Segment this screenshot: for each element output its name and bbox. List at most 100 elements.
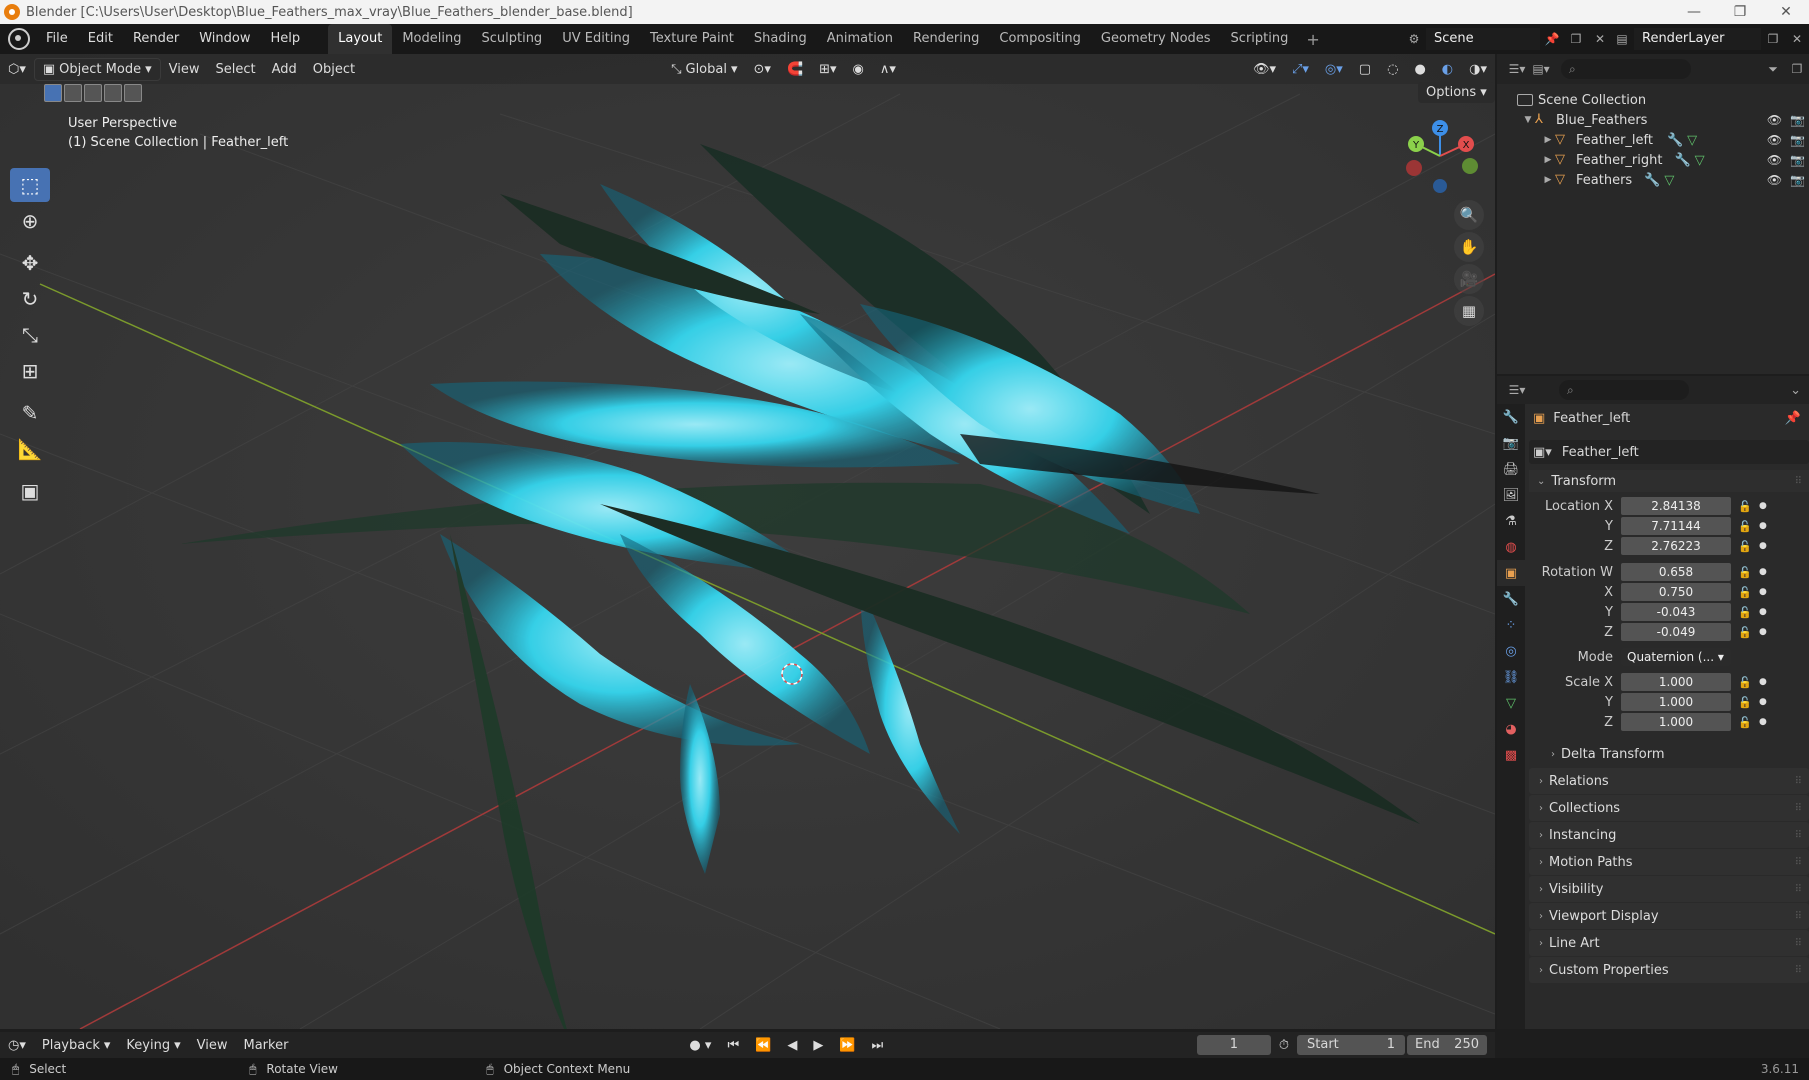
viewport-display-panel[interactable]: › Viewport Display ⠿	[1529, 903, 1809, 929]
jump-keyframe-back-icon[interactable]: ⏪	[747, 1036, 779, 1055]
drag-handle-icon[interactable]: ⠿	[1795, 830, 1802, 841]
expand-right-icon[interactable]: ▶	[1541, 155, 1555, 165]
instancing-panel[interactable]: › Instancing ⠿	[1529, 822, 1809, 848]
camera-icon[interactable]: 📷	[1790, 113, 1805, 127]
menu-edit[interactable]: Edit	[78, 24, 123, 54]
menu-keying[interactable]: Keying ▾	[118, 1036, 188, 1055]
select-extend-icon[interactable]	[64, 84, 82, 102]
jump-end-icon[interactable]: ⏭	[864, 1036, 892, 1055]
lock-icon[interactable]: 🔓	[1737, 520, 1753, 533]
tree-feather-left[interactable]: ▶ ▽ Feather_left 🔧 ▽ 👁 📷	[1497, 130, 1809, 150]
snap-icon[interactable]: 🧲	[779, 60, 811, 79]
keyframe-dot-icon[interactable]: ●	[1759, 677, 1769, 687]
expand-right-icon[interactable]: ▶	[1541, 175, 1555, 185]
drag-handle-icon[interactable]: ⠿	[1795, 476, 1802, 487]
overlay-toggle-icon[interactable]: ◎▾	[1317, 60, 1351, 79]
tree-feather-right[interactable]: ▶ ▽ Feather_right 🔧 ▽ 👁 📷	[1497, 150, 1809, 170]
lock-icon[interactable]: 🔓	[1737, 606, 1753, 619]
drag-handle-icon[interactable]: ⠿	[1795, 857, 1802, 868]
visibility-panel[interactable]: › Visibility ⠿	[1529, 876, 1809, 902]
view-layer-tab-icon[interactable]: 🖼	[1497, 482, 1525, 508]
constraints-tab-icon[interactable]: ⛓	[1497, 664, 1525, 690]
datablock-name-field[interactable]: Feather_left	[1562, 445, 1639, 460]
camera-icon[interactable]: 📷	[1790, 173, 1805, 187]
orientation-dropdown[interactable]: ⤡ Global ▾	[663, 60, 745, 79]
scale-y-field[interactable]: 1.000	[1621, 693, 1731, 711]
expand-right-icon[interactable]: ▶	[1541, 135, 1555, 145]
menu-select[interactable]: Select	[207, 60, 263, 79]
menu-add[interactable]: Add	[264, 60, 305, 79]
new-collection-icon[interactable]: ❐	[1788, 60, 1806, 78]
tab-sculpting[interactable]: Sculpting	[471, 24, 552, 54]
shading-material-icon[interactable]: ◐	[1434, 60, 1461, 79]
tab-texture-paint[interactable]: Texture Paint	[640, 24, 744, 54]
keyframe-dot-icon[interactable]: ●	[1759, 501, 1769, 511]
add-cube-tool-icon[interactable]: ▣	[10, 474, 50, 508]
scene-name-field[interactable]: Scene	[1426, 28, 1540, 50]
lock-icon[interactable]: 🔓	[1737, 586, 1753, 599]
material-tab-icon[interactable]: ◕	[1497, 716, 1525, 742]
menu-marker[interactable]: Marker	[235, 1036, 296, 1055]
measure-tool-icon[interactable]: 📐	[10, 432, 50, 466]
tab-scripting[interactable]: Scripting	[1221, 24, 1299, 54]
pan-hand-icon[interactable]: ✋	[1454, 232, 1484, 262]
eye-icon[interactable]: 👁	[1767, 153, 1782, 167]
camera-view-icon[interactable]: 🎥	[1454, 264, 1484, 294]
object-datablock-icon[interactable]: ▣▾	[1533, 445, 1552, 460]
chevron-down-icon[interactable]: ⌄	[1790, 383, 1801, 398]
collections-panel[interactable]: › Collections ⠿	[1529, 795, 1809, 821]
select-box-tool-icon[interactable]: ⬚	[10, 168, 50, 202]
custom-properties-panel[interactable]: › Custom Properties ⠿	[1529, 957, 1809, 983]
render-layer-icon[interactable]: ▤	[1613, 30, 1631, 48]
keyframe-dot-icon[interactable]: ●	[1759, 541, 1769, 551]
options-dropdown[interactable]: Options ▾	[1418, 82, 1495, 103]
eye-icon[interactable]: 👁	[1767, 133, 1782, 147]
world-tab-icon[interactable]: ◍	[1497, 534, 1525, 560]
new-scene-icon[interactable]: ❐	[1567, 30, 1585, 48]
move-tool-icon[interactable]: ✥	[10, 246, 50, 280]
location-z-field[interactable]: 2.76223	[1621, 537, 1731, 555]
texture-tab-icon[interactable]: ▩	[1497, 742, 1525, 768]
keyframe-dot-icon[interactable]: ●	[1759, 587, 1769, 597]
eye-icon[interactable]: 👁	[1767, 113, 1782, 127]
keyframe-dot-icon[interactable]: ●	[1759, 717, 1769, 727]
tab-modeling[interactable]: Modeling	[392, 24, 471, 54]
tree-feathers[interactable]: ▶ ▽ Feathers 🔧 ▽ 👁 📷	[1497, 170, 1809, 190]
rotation-x-field[interactable]: 0.750	[1621, 583, 1731, 601]
current-frame-field[interactable]: 1	[1196, 1035, 1271, 1055]
keyframe-dot-icon[interactable]: ●	[1759, 521, 1769, 531]
scene-tab-icon[interactable]: ⚗	[1497, 508, 1525, 534]
mode-dropdown[interactable]: ▣ Object Mode ▾	[33, 57, 161, 81]
menu-window[interactable]: Window	[189, 24, 260, 54]
drag-handle-icon[interactable]: ⠿	[1795, 938, 1802, 949]
lock-icon[interactable]: 🔓	[1737, 566, 1753, 579]
lock-icon[interactable]: 🔓	[1737, 676, 1753, 689]
location-y-field[interactable]: 7.71144	[1621, 517, 1731, 535]
delete-scene-icon[interactable]: ✕	[1591, 30, 1609, 48]
tab-layout[interactable]: Layout	[328, 24, 393, 54]
relations-panel[interactable]: › Relations ⠿	[1529, 768, 1809, 794]
menu-timeline-view[interactable]: View	[189, 1036, 236, 1055]
minimize-icon[interactable]: —	[1671, 4, 1717, 20]
object-tab-icon[interactable]: ▣	[1497, 560, 1525, 586]
display-mode-icon[interactable]: ▤▾	[1532, 60, 1550, 78]
annotate-tool-icon[interactable]: ✎	[10, 396, 50, 430]
filter-icon[interactable]: ⏷	[1764, 60, 1782, 78]
keyframe-dot-icon[interactable]: ●	[1759, 567, 1769, 577]
pin-icon[interactable]: 📌	[1785, 411, 1801, 426]
motion-paths-panel[interactable]: › Motion Paths ⠿	[1529, 849, 1809, 875]
select-subtract-icon[interactable]	[84, 84, 102, 102]
tree-blue-feathers[interactable]: ▼ ⅄ Blue_Feathers 👁 📷	[1497, 110, 1809, 130]
transform-tool-icon[interactable]: ⊞	[10, 354, 50, 388]
scene-icon[interactable]: ⚙	[1405, 30, 1423, 48]
editor-type-icon[interactable]: ⬡▾	[0, 60, 34, 79]
outliner-search-input[interactable]: ⌕	[1561, 59, 1691, 79]
tab-uv-editing[interactable]: UV Editing	[552, 24, 640, 54]
start-frame-field[interactable]: Start 1	[1297, 1035, 1405, 1055]
lock-icon[interactable]: 🔓	[1737, 696, 1753, 709]
drag-handle-icon[interactable]: ⠿	[1795, 803, 1802, 814]
maximize-icon[interactable]: ❐	[1717, 4, 1763, 20]
menu-playback[interactable]: Playback ▾	[34, 1036, 119, 1055]
lock-icon[interactable]: 🔓	[1737, 500, 1753, 513]
close-icon[interactable]: ✕	[1763, 4, 1809, 20]
